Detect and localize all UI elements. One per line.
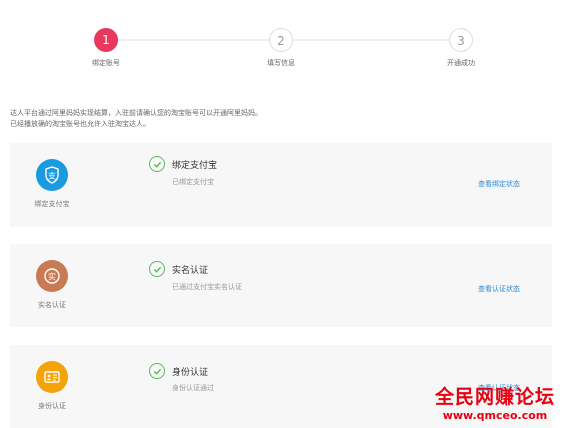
card-title: 绑定支付宝 <box>172 161 218 171</box>
step-1: 1 绑定账号 <box>61 28 151 68</box>
step-label: 填写信息 <box>267 59 295 67</box>
badge-label: 绑定支付宝 <box>34 200 70 208</box>
check-circle-icon <box>149 156 165 172</box>
site-watermark: 全民网赚论坛 www.qmceo.com <box>435 382 555 422</box>
intro-line: 已经播放确的淘宝账号也允许入驻淘宝达人。 <box>10 120 150 128</box>
step-number: 3 <box>449 28 473 52</box>
card-realname-auth: 实 实名认证 实名认证 已通过支付宝实名认证 查看认证状态 <box>10 244 552 327</box>
intro-text: 达人平台通过阿里妈妈实现结算，入驻前请确认您的淘宝账号可以开通阿里妈妈。 已经播… <box>10 108 262 130</box>
badge-label: 实名认证 <box>38 301 66 309</box>
card-desc: 已通过支付宝实名认证 <box>172 283 242 291</box>
id-card-icon <box>36 361 68 393</box>
step-label: 绑定账号 <box>92 59 120 67</box>
realname-badge-icon: 实 <box>36 260 68 292</box>
progress-stepper: 1 绑定账号 2 填写信息 3 开通成功 <box>0 0 563 85</box>
svg-text:实: 实 <box>48 272 56 282</box>
card-bind-alipay: 支 绑定支付宝 绑定支付宝 已绑定支付宝 查看绑定状态 <box>10 143 552 227</box>
step-number: 2 <box>269 28 293 52</box>
intro-line: 达人平台通过阿里妈妈实现结算，入驻前请确认您的淘宝账号可以开通阿里妈妈。 <box>10 109 262 117</box>
alipay-shield-icon: 支 <box>36 159 68 191</box>
badge-label: 身份认证 <box>38 402 66 410</box>
step-number: 1 <box>94 28 118 52</box>
view-auth-status-link[interactable]: 查看认证状态 <box>478 284 520 294</box>
svg-text:支: 支 <box>48 171 56 181</box>
view-bind-status-link[interactable]: 查看绑定状态 <box>478 179 520 189</box>
step-3: 3 开通成功 <box>416 28 506 68</box>
check-circle-icon <box>149 261 165 277</box>
card-desc: 已绑定支付宝 <box>172 178 214 186</box>
card-title: 实名认证 <box>172 266 209 276</box>
card-desc: 身份认证通过 <box>172 384 214 392</box>
watermark-url: www.qmceo.com <box>442 409 548 422</box>
card-title: 身份认证 <box>172 368 209 378</box>
step-2: 2 填写信息 <box>236 28 326 68</box>
step-label: 开通成功 <box>447 59 475 67</box>
check-circle-icon <box>149 363 165 379</box>
watermark-title: 全民网赚论坛 <box>434 386 555 408</box>
